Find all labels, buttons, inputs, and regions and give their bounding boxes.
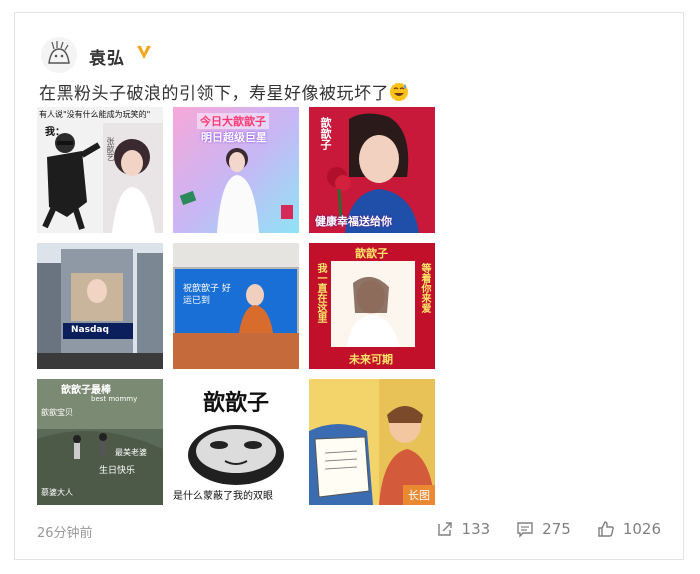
post-image-3[interactable]: 歆歆子 健康幸福送给你 xyxy=(309,107,435,233)
image-4-caption: Nasdaq xyxy=(71,325,109,335)
image-1-banner: 有人说"没有什么能成为玩笑的" xyxy=(39,110,151,119)
long-image-tag: 长图 xyxy=(403,485,435,505)
image-5-screen: 祝歆歆子 好运已到 xyxy=(183,284,231,306)
weibo-post-card: 袁弘 在黑粉头子破浪的引领下，寿星好像被玩坏了 有人说"没有什么能成为玩笑的" … xyxy=(14,12,684,560)
image-1-side-label: 张歆艺 xyxy=(106,137,115,161)
post-image-9[interactable]: 长图 xyxy=(309,379,435,505)
author-name[interactable]: 袁弘 xyxy=(89,44,125,69)
image-3-vertical: 歆歆子 xyxy=(319,117,332,150)
image-2-sub: 明日超级巨星 xyxy=(201,131,267,144)
repost-icon xyxy=(437,522,452,536)
repost-count: 133 xyxy=(461,520,491,538)
like-count: 1026 xyxy=(622,520,661,538)
comment-button[interactable]: 275 xyxy=(516,520,571,538)
image-1-label: 我： xyxy=(45,127,65,138)
image-grid: 有人说"没有什么能成为玩笑的" 我： 张歆艺 今日大歆歆子 明日超级巨星 歆歆子… xyxy=(37,107,435,505)
post-actions: 133 275 1026 xyxy=(410,520,661,538)
repost-button[interactable]: 133 xyxy=(436,520,491,538)
image-3-bottom: 健康幸福送给你 xyxy=(315,215,392,228)
post-text: 在黑粉头子破浪的引领下，寿星好像被玩坏了 xyxy=(39,79,409,104)
image-8-caption: 是什么蒙蔽了我的双眼 xyxy=(173,491,273,502)
post-image-8[interactable]: 歆歆子 是什么蒙蔽了我的双眼 xyxy=(173,379,299,505)
post-image-6[interactable]: 歆歆子 我一直在这里 等着你来爱 未来可期 xyxy=(309,243,435,369)
image-6-bottom: 未来可期 xyxy=(349,353,393,366)
image-7-word-6: best mommy xyxy=(91,395,138,403)
image-6-right: 等着你来爱 xyxy=(419,263,430,313)
image-2-banner: 今日大歆歆子 xyxy=(197,113,269,129)
image-7-word-4: 慕婆大人 xyxy=(41,488,73,497)
verified-badge-icon xyxy=(137,46,151,59)
post-image-5[interactable]: 祝歆歆子 好运已到 xyxy=(173,243,299,369)
post-image-7[interactable]: 歆歆子最棒 歆歆宝贝 生日快乐 慕婆大人 最美老婆 best mommy xyxy=(37,379,163,505)
image-6-top: 歆歆子 xyxy=(355,247,388,260)
thumbs-up-icon xyxy=(598,521,614,537)
image-7-word-5: 最美老婆 xyxy=(115,448,147,457)
image-6-left: 我一直在这里 xyxy=(315,263,326,323)
image-7-word-1: 歆歆子最棒 xyxy=(61,385,111,396)
post-timestamp[interactable]: 26分钟前 xyxy=(37,522,93,541)
post-text-content: 在黑粉头子破浪的引领下，寿星好像被玩坏了 xyxy=(39,84,389,104)
grinning-sweat-emoji-icon xyxy=(390,83,408,101)
comment-icon xyxy=(517,522,533,538)
author-avatar[interactable] xyxy=(41,37,77,73)
comment-count: 275 xyxy=(542,520,571,538)
image-8-big: 歆歆子 xyxy=(202,391,269,416)
image-7-word-2: 歆歆宝贝 xyxy=(41,408,73,417)
image-7-word-3: 生日快乐 xyxy=(99,466,136,476)
like-button[interactable]: 1026 xyxy=(597,520,661,538)
post-image-2[interactable]: 今日大歆歆子 明日超级巨星 xyxy=(173,107,299,233)
post-image-4[interactable]: Nasdaq xyxy=(37,243,163,369)
post-image-1[interactable]: 有人说"没有什么能成为玩笑的" 我： 张歆艺 xyxy=(37,107,163,233)
